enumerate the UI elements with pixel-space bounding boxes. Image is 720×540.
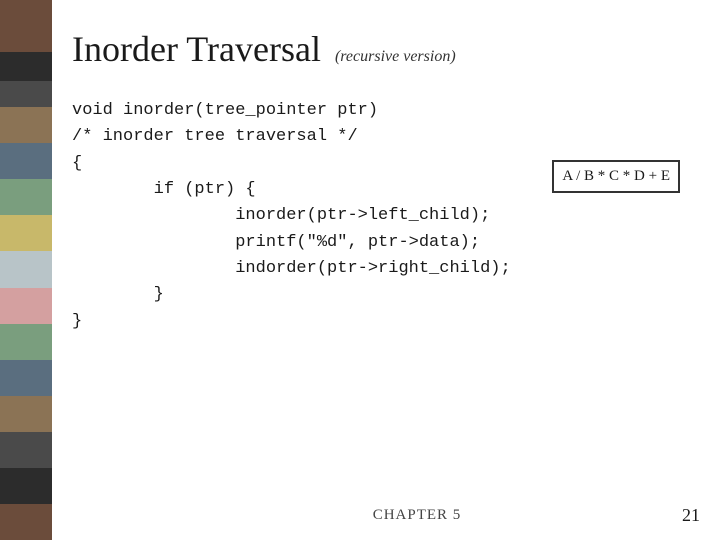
code-line: void inorder(tree_pointer ptr) bbox=[72, 98, 690, 124]
bar-segment bbox=[0, 81, 52, 108]
footer: CHAPTER 5 21 bbox=[52, 505, 720, 526]
code-line: indorder(ptr->right_child); bbox=[72, 256, 690, 282]
bar-segment bbox=[0, 52, 52, 80]
bar-segment bbox=[0, 504, 52, 540]
main-content: Inorder Traversal (recursive version) vo… bbox=[52, 0, 720, 540]
bar-segment bbox=[0, 179, 52, 215]
footer-chapter: CHAPTER 5 bbox=[373, 507, 462, 524]
bar-segment bbox=[0, 288, 52, 324]
footer-page: 21 bbox=[682, 505, 700, 526]
code-line: inorder(ptr->left_child); bbox=[72, 203, 690, 229]
bar-segment bbox=[0, 468, 52, 504]
bar-segment bbox=[0, 396, 52, 432]
annotation-box: A / B * C * D + E bbox=[552, 160, 680, 193]
slide-title: Inorder Traversal bbox=[72, 28, 321, 70]
code-line: } bbox=[72, 309, 690, 335]
slide-subtitle: (recursive version) bbox=[335, 48, 456, 66]
code-line: /* inorder tree traversal */ bbox=[72, 124, 690, 150]
bar-segment bbox=[0, 215, 52, 251]
bar-segment bbox=[0, 107, 52, 143]
code-line: } bbox=[72, 282, 690, 308]
title-row: Inorder Traversal (recursive version) bbox=[72, 28, 690, 70]
bar-segment bbox=[0, 360, 52, 396]
code-line: printf("%d", ptr->data); bbox=[72, 230, 690, 256]
left-color-bar bbox=[0, 0, 52, 540]
bar-segment bbox=[0, 0, 52, 52]
bar-segment bbox=[0, 324, 52, 360]
bar-segment bbox=[0, 251, 52, 287]
bar-segment bbox=[0, 432, 52, 468]
code-block: void inorder(tree_pointer ptr)/* inorder… bbox=[72, 98, 690, 335]
bar-segment bbox=[0, 143, 52, 179]
